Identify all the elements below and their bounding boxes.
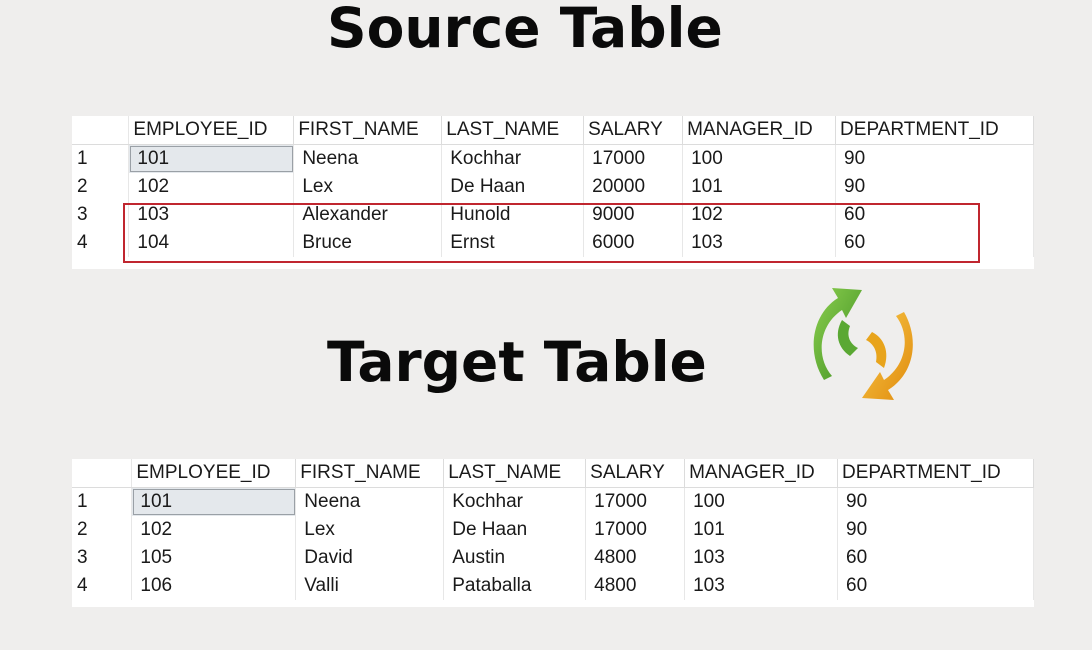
table-row[interactable]: 2 102 Lex De Haan 20000 101 90 bbox=[72, 173, 1034, 201]
column-header-manager-id[interactable]: MANAGER_ID bbox=[682, 116, 837, 145]
cell-first-name[interactable]: David bbox=[295, 544, 445, 572]
cell-manager-id[interactable]: 103 bbox=[684, 572, 839, 600]
column-header-department-id[interactable]: DEPARTMENT_ID bbox=[835, 116, 1034, 145]
cell-salary[interactable]: 17000 bbox=[585, 516, 686, 544]
column-header-employee-id[interactable]: EMPLOYEE_ID bbox=[128, 116, 295, 145]
cell-last-name[interactable]: De Haan bbox=[441, 173, 585, 201]
cell-salary[interactable]: 17000 bbox=[585, 487, 686, 516]
cell-last-name[interactable]: Kochhar bbox=[441, 144, 585, 173]
cell-department-id[interactable]: 60 bbox=[837, 544, 1034, 572]
cell-department-id[interactable]: 90 bbox=[835, 144, 1034, 173]
cell-employee-id[interactable]: 104 bbox=[128, 229, 295, 257]
cell-first-name[interactable]: Alexander bbox=[293, 201, 443, 229]
target-results-grid: EMPLOYEE_ID FIRST_NAME LAST_NAME SALARY … bbox=[72, 459, 1034, 607]
cell-manager-id[interactable]: 102 bbox=[682, 201, 837, 229]
cell-salary[interactable]: 17000 bbox=[583, 144, 684, 173]
cell-employee-id[interactable]: 106 bbox=[131, 572, 297, 600]
row-number[interactable]: 3 bbox=[72, 544, 133, 572]
cell-first-name[interactable]: Lex bbox=[295, 516, 445, 544]
column-header-department-id[interactable]: DEPARTMENT_ID bbox=[837, 459, 1034, 488]
cell-salary[interactable]: 4800 bbox=[585, 572, 686, 600]
sync-arrows-icon bbox=[813, 288, 913, 400]
row-number-header bbox=[72, 459, 133, 488]
source-results-grid: EMPLOYEE_ID FIRST_NAME LAST_NAME SALARY … bbox=[72, 116, 1034, 269]
column-header-first-name[interactable]: FIRST_NAME bbox=[293, 116, 443, 145]
table-row[interactable]: 2 102 Lex De Haan 17000 101 90 bbox=[72, 516, 1034, 544]
cell-last-name[interactable]: Ernst bbox=[441, 229, 585, 257]
column-header-last-name[interactable]: LAST_NAME bbox=[443, 459, 587, 488]
cell-employee-id[interactable]: 103 bbox=[128, 201, 295, 229]
source-header-row: EMPLOYEE_ID FIRST_NAME LAST_NAME SALARY … bbox=[72, 116, 1034, 145]
source-table-title: Source Table bbox=[327, 0, 723, 60]
cell-last-name[interactable]: De Haan bbox=[443, 516, 587, 544]
column-header-salary[interactable]: SALARY bbox=[583, 116, 684, 145]
cell-first-name[interactable]: Valli bbox=[295, 572, 445, 600]
cell-salary[interactable]: 6000 bbox=[583, 229, 684, 257]
row-number[interactable]: 4 bbox=[72, 229, 130, 257]
table-row[interactable]: 1 101 Neena Kochhar 17000 100 90 bbox=[72, 487, 1034, 516]
column-header-last-name[interactable]: LAST_NAME bbox=[441, 116, 585, 145]
cell-last-name[interactable]: Kochhar bbox=[443, 487, 587, 516]
cell-employee-id[interactable]: 101 bbox=[128, 144, 295, 173]
table-row[interactable]: 4 104 Bruce Ernst 6000 103 60 bbox=[72, 229, 1034, 257]
table-row[interactable]: 1 101 Neena Kochhar 17000 100 90 bbox=[72, 144, 1034, 173]
cell-department-id[interactable]: 90 bbox=[837, 516, 1034, 544]
cell-employee-id[interactable]: 101 bbox=[131, 487, 297, 516]
cell-employee-id[interactable]: 102 bbox=[128, 173, 295, 201]
target-table-title: Target Table bbox=[327, 330, 707, 394]
cell-employee-id[interactable]: 105 bbox=[131, 544, 297, 572]
cell-last-name[interactable]: Hunold bbox=[441, 201, 585, 229]
cell-manager-id[interactable]: 101 bbox=[682, 173, 837, 201]
row-number[interactable]: 3 bbox=[72, 201, 130, 229]
row-number[interactable]: 2 bbox=[72, 516, 133, 544]
cell-manager-id[interactable]: 103 bbox=[682, 229, 837, 257]
cell-salary[interactable]: 9000 bbox=[583, 201, 684, 229]
cell-department-id[interactable]: 60 bbox=[835, 201, 1034, 229]
column-header-first-name[interactable]: FIRST_NAME bbox=[295, 459, 445, 488]
row-number[interactable]: 4 bbox=[72, 572, 133, 600]
cell-department-id[interactable]: 90 bbox=[837, 487, 1034, 516]
cell-salary[interactable]: 4800 bbox=[585, 544, 686, 572]
row-number[interactable]: 1 bbox=[72, 487, 133, 516]
row-number-header bbox=[72, 116, 130, 145]
cell-manager-id[interactable]: 103 bbox=[684, 544, 839, 572]
target-header-row: EMPLOYEE_ID FIRST_NAME LAST_NAME SALARY … bbox=[72, 459, 1034, 488]
cell-department-id[interactable]: 60 bbox=[835, 229, 1034, 257]
row-number[interactable]: 2 bbox=[72, 173, 130, 201]
table-row[interactable]: 4 106 Valli Pataballa 4800 103 60 bbox=[72, 572, 1034, 600]
column-header-salary[interactable]: SALARY bbox=[585, 459, 686, 488]
cell-department-id[interactable]: 90 bbox=[835, 173, 1034, 201]
column-header-manager-id[interactable]: MANAGER_ID bbox=[684, 459, 839, 488]
cell-employee-id[interactable]: 102 bbox=[131, 516, 297, 544]
table-row[interactable]: 3 105 David Austin 4800 103 60 bbox=[72, 544, 1034, 572]
cell-department-id[interactable]: 60 bbox=[837, 572, 1034, 600]
cell-last-name[interactable]: Pataballa bbox=[443, 572, 587, 600]
table-row[interactable]: 3 103 Alexander Hunold 9000 102 60 bbox=[72, 201, 1034, 229]
cell-last-name[interactable]: Austin bbox=[443, 544, 587, 572]
cell-first-name[interactable]: Neena bbox=[295, 487, 445, 516]
column-header-employee-id[interactable]: EMPLOYEE_ID bbox=[131, 459, 297, 488]
row-number[interactable]: 1 bbox=[72, 144, 130, 173]
cell-salary[interactable]: 20000 bbox=[583, 173, 684, 201]
cell-first-name[interactable]: Neena bbox=[293, 144, 443, 173]
source-table: EMPLOYEE_ID FIRST_NAME LAST_NAME SALARY … bbox=[72, 116, 1034, 257]
target-table: EMPLOYEE_ID FIRST_NAME LAST_NAME SALARY … bbox=[72, 459, 1034, 600]
cell-manager-id[interactable]: 101 bbox=[684, 516, 839, 544]
cell-first-name[interactable]: Bruce bbox=[293, 229, 443, 257]
cell-manager-id[interactable]: 100 bbox=[684, 487, 839, 516]
cell-manager-id[interactable]: 100 bbox=[682, 144, 837, 173]
cell-first-name[interactable]: Lex bbox=[293, 173, 443, 201]
